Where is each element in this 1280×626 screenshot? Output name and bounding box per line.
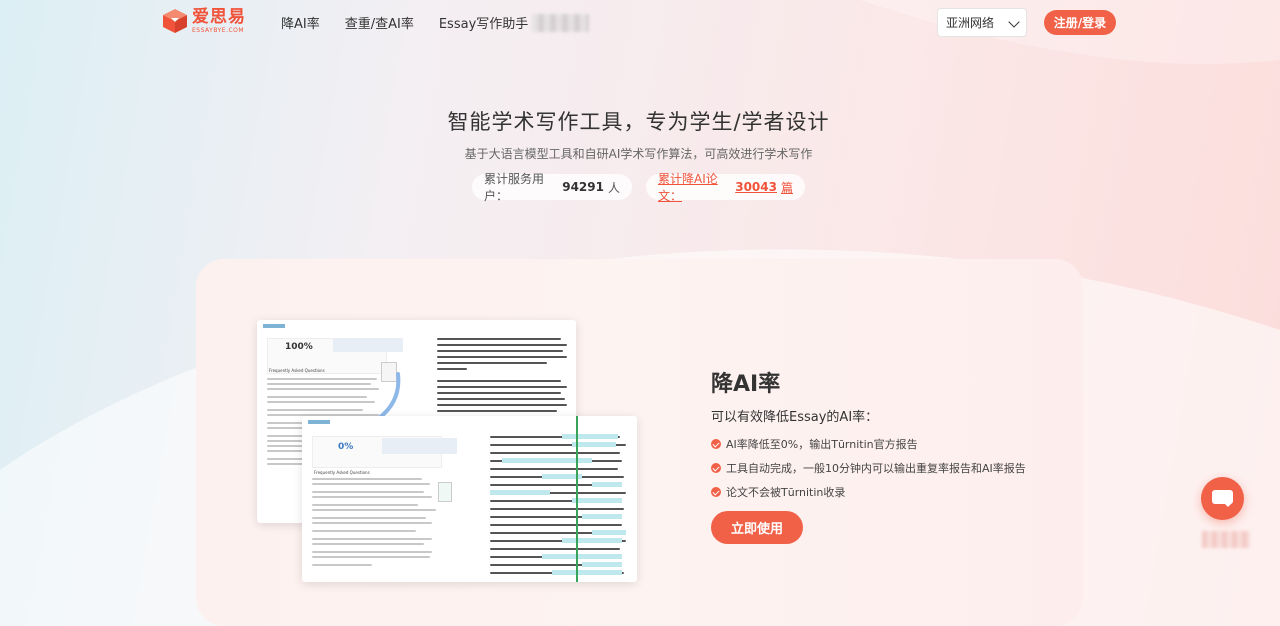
stat-papers-value: 30043	[735, 180, 777, 194]
use-now-button[interactable]: 立即使用	[711, 511, 803, 544]
top-navbar: 爱思易 ESSAYBYE.COM 降AI率 查重/查AI率 Essay写作助手 …	[0, 0, 1280, 44]
chevron-down-icon	[1008, 16, 1020, 28]
region-select-value: 亚洲网络	[946, 16, 995, 30]
faq-heading-before: Frequently Asked Questions	[269, 368, 325, 373]
nav-item-blurred[interactable]	[532, 14, 589, 32]
logo-name: 爱思易	[192, 6, 246, 27]
report-logo	[308, 420, 330, 424]
stat-users-value: 94291	[562, 180, 604, 194]
logo-cube-icon	[163, 9, 187, 33]
feature-point-text: 论文不会被Tūrnitin收录	[726, 486, 846, 499]
chat-label-blurred	[1202, 531, 1250, 548]
check-circle-icon	[711, 487, 721, 497]
report-logo	[263, 324, 285, 328]
nav-item-plagiarism-check[interactable]: 查重/查AI率	[345, 13, 414, 32]
check-circle-icon	[711, 439, 721, 449]
feature-point-text: 工具自动完成，一般10分钟内可以输出重复率报告和AI率报告	[726, 462, 1026, 475]
check-circle-icon	[711, 463, 721, 473]
main-nav: 降AI率 查重/查AI率 Essay写作助手	[281, 13, 528, 32]
chat-icon	[1212, 490, 1233, 507]
stat-users: 累计服务用户： 94291 人	[472, 172, 632, 203]
feature-point: AI率降低至0%，输出Tūrnitin官方报告	[711, 436, 918, 452]
doc-thumb-icon	[438, 482, 452, 502]
after-score: 0%	[338, 442, 354, 452]
hero-title: 智能学术写作工具，专为学生/学者设计	[447, 110, 830, 134]
before-score: 100%	[285, 342, 313, 352]
hero-subtitle: 基于大语言模型工具和自研AI学术写作算法，可高效进行学术写作	[464, 147, 813, 161]
stat-users-unit: 人	[607, 180, 620, 195]
chat-button[interactable]	[1201, 477, 1244, 520]
info-box	[333, 338, 403, 352]
feature-title: 降AI率	[711, 372, 781, 397]
faq-heading-after: Frequently Asked Questions	[314, 470, 370, 475]
info-box	[382, 438, 457, 454]
region-select[interactable]: 亚洲网络	[937, 8, 1027, 37]
nav-item-essay-assistant[interactable]: Essay写作助手	[439, 13, 528, 32]
stat-papers-link[interactable]: 累计降AI论文： 30043 篇	[646, 172, 805, 203]
stat-papers-label: 累计降AI论文：	[658, 172, 718, 203]
logo-domain: ESSAYBYE.COM	[192, 26, 245, 34]
login-register-button[interactable]: 注册/登录	[1044, 10, 1116, 35]
feature-point: 论文不会被Tūrnitin收录	[711, 484, 845, 500]
nav-item-reduce-ai[interactable]: 降AI率	[281, 13, 320, 32]
feature-point-text: AI率降低至0%，输出Tūrnitin官方报告	[726, 438, 918, 451]
stat-users-label: 累计服务用户：	[484, 172, 545, 203]
feature-point: 工具自动完成，一般10分钟内可以输出重复率报告和AI率报告	[711, 460, 1026, 476]
stat-papers-unit: 篇	[780, 180, 793, 195]
report-preview-after: 0% Frequently Asked Questions	[302, 416, 637, 582]
site-logo[interactable]: 爱思易 ESSAYBYE.COM	[162, 8, 246, 34]
feature-description: 可以有效降低Essay的AI率：	[711, 410, 879, 425]
